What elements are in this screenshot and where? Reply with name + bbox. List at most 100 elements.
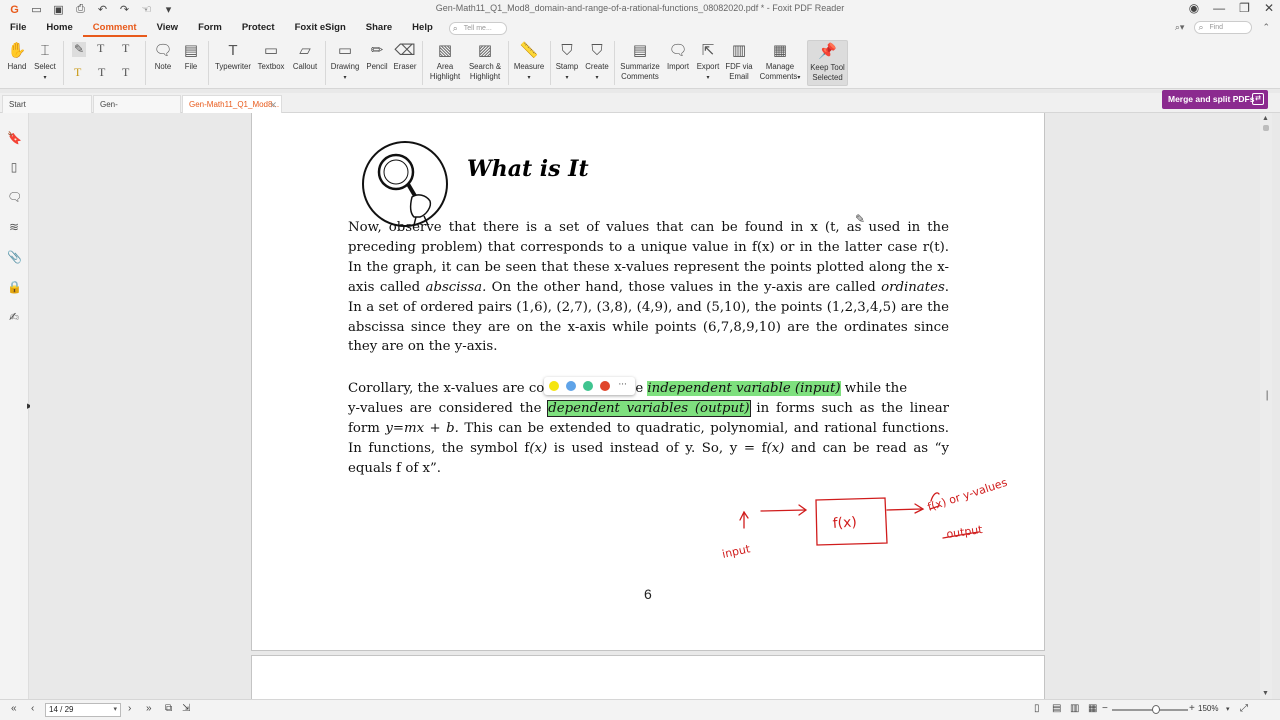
note-button[interactable]: 🗨 Note: [151, 40, 175, 72]
tell-me-input[interactable]: Tell me...: [448, 21, 507, 35]
merge-and-split-button[interactable]: Merge and split PDFs ⇄: [1162, 90, 1268, 109]
continuous-view-icon[interactable]: ▤: [1052, 703, 1061, 714]
red-color-swatch[interactable]: [600, 381, 611, 391]
previous-page-icon[interactable]: ‹: [31, 703, 34, 714]
green-color-swatch[interactable]: [583, 381, 594, 391]
scroll-down-arrow-icon[interactable]: ▼: [1262, 690, 1269, 697]
tab-help[interactable]: Help: [402, 19, 443, 37]
underline-icon[interactable]: T: [122, 41, 129, 56]
pages-icon[interactable]: ▯: [7, 160, 21, 174]
more-colors-button[interactable]: ···: [618, 377, 627, 393]
facing-view-icon[interactable]: ▥: [1070, 703, 1079, 714]
tab-form[interactable]: Form: [188, 19, 232, 37]
measure-button[interactable]: 📏 Measure ▾: [512, 40, 546, 83]
squiggly-icon[interactable]: T: [74, 65, 81, 80]
summarize-comments-button[interactable]: ▤ Summarize Comments: [618, 40, 662, 82]
strikeout-icon[interactable]: T: [97, 41, 104, 56]
hand-button[interactable]: ✋ Hand: [6, 40, 28, 72]
zoom-slider[interactable]: [1112, 709, 1188, 711]
signature-icon[interactable]: ✍: [7, 310, 21, 324]
layers-icon[interactable]: ≋: [7, 220, 21, 234]
tab-protect[interactable]: Protect: [232, 19, 285, 37]
stamp-button[interactable]: ⛉ Stamp ▾: [554, 40, 580, 83]
fullscreen-icon[interactable]: ⤢: [1240, 703, 1248, 714]
tab-home[interactable]: Home: [36, 19, 82, 37]
tab-document-2[interactable]: Gen-Math11_Q1_Mod8... ✕: [182, 95, 282, 113]
area-highlight-button[interactable]: ▧ Area Highlight: [426, 40, 464, 82]
customize-dropdown-icon[interactable]: ▾: [162, 3, 175, 16]
tab-foxit-esign[interactable]: Foxit eSign: [285, 19, 356, 37]
tab-share[interactable]: Share: [356, 19, 402, 37]
textbox-button[interactable]: ▭ Textbox: [256, 40, 286, 72]
save-icon[interactable]: ▣: [52, 3, 65, 16]
file-attach-button[interactable]: ▤ File: [180, 40, 202, 72]
scroll-up-arrow-icon[interactable]: ▲: [1262, 115, 1269, 122]
minimize-button[interactable]: —: [1213, 1, 1225, 15]
page-number-field[interactable]: 14 / 29 ▾: [45, 703, 121, 717]
find-input[interactable]: Find: [1194, 21, 1253, 34]
hand-dropdown-icon[interactable]: ☜: [140, 3, 153, 16]
box-function-label: f(x): [832, 514, 857, 532]
replace-text-icon[interactable]: T: [122, 65, 129, 80]
continuous-facing-view-icon[interactable]: ▦: [1088, 703, 1097, 714]
close-tab-icon[interactable]: ✕: [269, 96, 277, 114]
keep-tool-selected-button[interactable]: 📌 Keep Tool Selected: [807, 40, 848, 86]
tab-view[interactable]: View: [147, 19, 188, 37]
blue-color-swatch[interactable]: [566, 381, 577, 391]
bookmark-icon[interactable]: 🔖: [7, 131, 22, 145]
zoom-dropdown-icon[interactable]: ▾: [1226, 705, 1230, 713]
manage-comments-button[interactable]: ▦ Manage Comments▾: [756, 40, 804, 83]
zoom-slider-knob[interactable]: [1152, 705, 1160, 714]
chevron-down-icon: ▾: [797, 75, 801, 81]
undo-icon[interactable]: ↶: [96, 3, 109, 16]
zoom-in-icon[interactable]: +: [1189, 703, 1195, 714]
drawing-button[interactable]: ▭ Drawing ▾: [329, 40, 361, 83]
import-button[interactable]: 🗨 Import: [664, 40, 692, 72]
print-icon[interactable]: ⎙: [74, 3, 87, 16]
comments-icon[interactable]: 🗨: [7, 190, 22, 204]
merge-icon: ⇄: [1252, 93, 1264, 105]
search-options-icon[interactable]: ⌕▾: [1175, 22, 1185, 33]
tab-file[interactable]: File: [0, 19, 36, 37]
insert-text-icon[interactable]: T: [98, 65, 105, 80]
highlight-text-icon[interactable]: ✎: [72, 42, 87, 57]
copy-page-icon[interactable]: ⧉: [165, 703, 172, 714]
extract-page-icon[interactable]: ⇲: [182, 703, 190, 714]
next-page-icon[interactable]: ›: [128, 703, 131, 714]
search-highlight-button[interactable]: ▨ Search & Highlight: [466, 40, 504, 82]
yellow-color-swatch[interactable]: [549, 381, 560, 391]
zoom-out-icon[interactable]: −: [1102, 703, 1108, 714]
zoom-level[interactable]: 150%: [1198, 704, 1218, 713]
highlight-independent-variable[interactable]: independent variable (input): [647, 381, 841, 396]
single-page-view-icon[interactable]: ▯: [1034, 703, 1040, 714]
highlight-color-palette[interactable]: ···: [544, 377, 636, 395]
fdf-via-email-button[interactable]: ▥ FDF via Email: [725, 40, 753, 82]
right-panel-collapse-handle[interactable]: ❘: [1263, 390, 1271, 401]
highlight-dependent-variables[interactable]: dependent variables (output): [547, 399, 751, 417]
eraser-button[interactable]: ⌫ Eraser: [392, 40, 418, 72]
redo-icon[interactable]: ↷: [118, 3, 131, 16]
close-button[interactable]: ✕: [1264, 1, 1274, 15]
callout-button[interactable]: ▱ Callout: [290, 40, 320, 72]
ribbon-collapse-icon[interactable]: ⌃: [1262, 22, 1270, 33]
scrollbar-thumb[interactable]: [1263, 125, 1269, 131]
attachment-icon[interactable]: 📎: [7, 250, 22, 264]
account-icon[interactable]: ◉: [1189, 1, 1199, 15]
create-button[interactable]: ⛉ Create ▾: [584, 40, 610, 83]
typewriter-button[interactable]: T Typewriter: [213, 40, 253, 72]
first-page-icon[interactable]: «: [11, 703, 17, 714]
open-folder-icon[interactable]: ▭: [30, 3, 43, 16]
restore-button[interactable]: ❐: [1239, 1, 1250, 15]
vertical-scrollbar[interactable]: ▲ ▼: [1260, 113, 1272, 699]
file-icon: ▤: [183, 42, 199, 59]
pencil-button[interactable]: ✏ Pencil: [364, 40, 390, 72]
export-button[interactable]: ⇱ Export ▾: [694, 40, 722, 83]
quick-access-toolbar: G ▭ ▣ ⎙ ↶ ↷ ☜ ▾: [0, 3, 175, 16]
tab-comment[interactable]: Comment: [82, 19, 147, 37]
select-button[interactable]: ⌶ Select ▾: [32, 40, 58, 83]
tab-document-1[interactable]: Gen-Math11_Q1_Mo...: [93, 95, 181, 127]
last-page-icon[interactable]: »: [146, 703, 152, 714]
security-lock-icon[interactable]: 🔒: [7, 280, 22, 294]
summarize-icon: ▤: [632, 42, 648, 59]
tab-start[interactable]: Start: [2, 95, 92, 113]
